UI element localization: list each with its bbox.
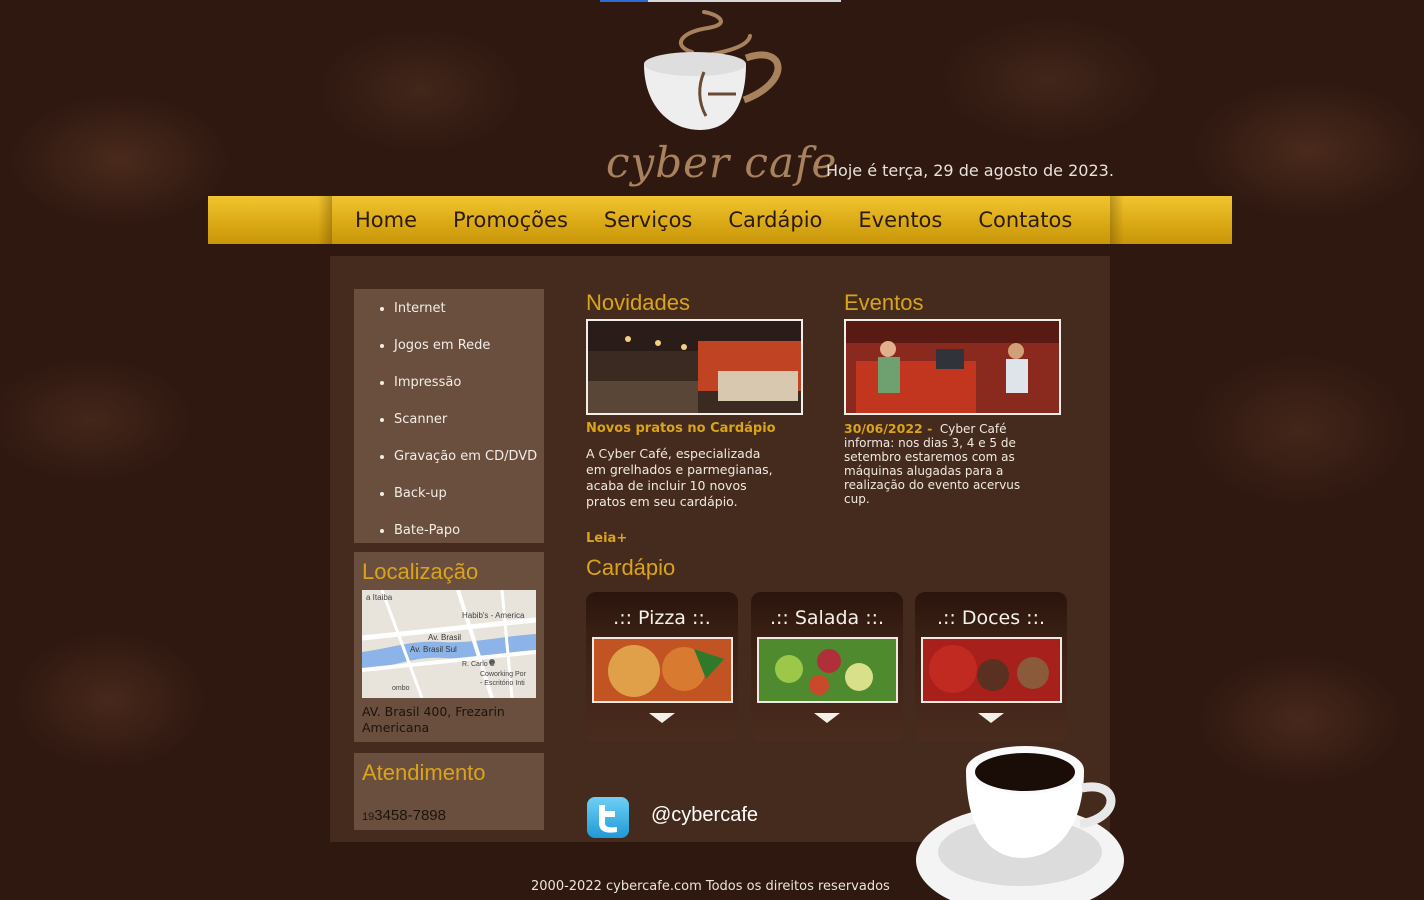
menu-heading: Cardápio [586,555,676,580]
location-box: Localização a Itaiba Habib's - America A… [354,552,544,742]
twitter-icon[interactable] [587,797,629,838]
pizza-image [592,637,733,703]
service-item[interactable]: Internet [394,291,544,328]
menu-card-label: .:: Pizza ::. [613,607,711,629]
menu-card-pizza[interactable]: .:: Pizza ::. [586,592,738,742]
nav-promocoes[interactable]: Promoções [453,208,568,232]
menu-card-label: .:: Doces ::. [936,607,1046,629]
map-label: R. Carlo C [462,661,495,668]
service-desk-title: Atendimento [362,760,486,785]
service-desk-box: Atendimento 193458-7898 [354,753,544,830]
menu-card-salada[interactable]: .:: Salada ::. [751,592,903,742]
map-image: a Itaiba Habib's - America Av. Brasil Av… [362,590,536,698]
news-photo[interactable] [586,319,803,415]
coffee-cup-icon [916,746,1124,900]
chevron-down-icon [978,713,1004,723]
nav-eventos[interactable]: Eventos [858,208,942,232]
top-strip [600,0,841,2]
main-nav: Home Promoções Serviços Cardápio Eventos… [330,196,1110,244]
map-label: - Escritório Inti [480,680,525,687]
twitter-handle[interactable]: @cybercafe [651,804,758,827]
service-item[interactable]: Jogos em Rede [394,328,544,365]
service-item[interactable]: Impressão [394,365,544,402]
chevron-down-icon [649,713,675,723]
phone-number: 193458-7898 [362,807,446,824]
menu-card-label: .:: Salada ::. [769,607,885,629]
top-strip-accent [600,0,648,2]
news-heading: Novidades [586,290,690,315]
current-date: Hoje é terça, 29 de agosto de 2023. [826,161,1114,180]
sweets-image [921,637,1062,703]
events-heading: Eventos [844,290,924,315]
map-label: Coworking Por [480,671,527,678]
service-item[interactable]: Bate-Papo [394,513,544,550]
nav-contatos[interactable]: Contatos [978,208,1072,232]
map-label: ombo [392,685,410,692]
location-map[interactable]: a Itaiba Habib's - America Av. Brasil Av… [362,590,536,698]
service-item[interactable]: Back-up [394,476,544,513]
service-item[interactable]: Gravação em CD/DVD [394,439,544,476]
salad-image [757,637,898,703]
map-label: Av. Brasil Sul [410,645,457,654]
services-list: Internet Jogos em Rede Impressão Scanner… [354,289,544,543]
nav-home[interactable]: Home [355,208,417,232]
event-date: 30/06/2022 - [844,421,933,436]
chevron-down-icon [814,713,840,723]
map-label: Av. Brasil [428,633,461,642]
map-label: Habib's - America [462,611,525,620]
events-text: 30/06/2022 - Cyber Café informa: nos dia… [844,421,1021,507]
brand-name: cyber cafe [606,138,838,187]
news-title[interactable]: Novos pratos no Cardápio [586,421,776,436]
footer-copyright: 2000-2022 cybercafe.com Todos os direito… [531,879,890,894]
address: AV. Brasil 400, Frezarin Americana [362,704,505,735]
read-more-link[interactable]: Leia+ [586,531,627,546]
nav-cardapio[interactable]: Cardápio [728,208,822,232]
nav-servicos[interactable]: Serviços [604,208,692,232]
map-label: a Itaiba [366,593,393,602]
service-item[interactable]: Scanner [394,402,544,439]
news-text: A Cyber Café, especializada em grelhados… [586,446,773,509]
menu-card-doces[interactable]: .:: Doces ::. [915,592,1067,742]
location-title: Localização [362,559,479,584]
events-photo[interactable] [844,319,1061,415]
